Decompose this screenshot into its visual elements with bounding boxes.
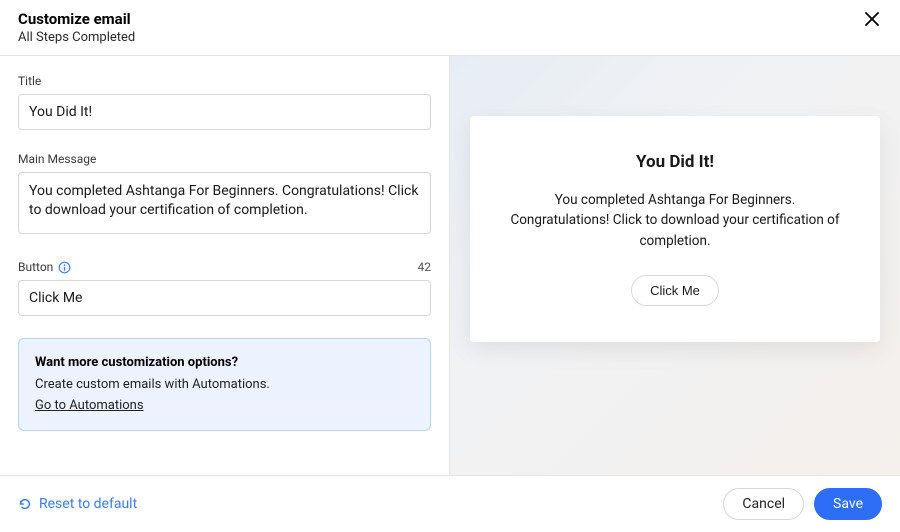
modal-title: Customize email (18, 10, 135, 28)
edit-panel: Title Main Message You completed Ashtang… (0, 56, 450, 475)
button-char-count: 42 (418, 260, 432, 274)
title-field: Title (18, 74, 431, 130)
callout-title: Want more customization options? (35, 353, 414, 373)
email-preview-card: You Did It! You completed Ashtanga For B… (470, 116, 880, 342)
preview-title: You Did It! (510, 152, 840, 172)
button-text-input[interactable] (18, 280, 431, 316)
go-to-automations-link[interactable]: Go to Automations (35, 396, 144, 416)
message-field: Main Message You completed Ashtanga For … (18, 152, 431, 238)
cancel-button[interactable]: Cancel (723, 488, 804, 520)
reset-label: Reset to default (39, 496, 137, 512)
message-textarea[interactable]: You completed Ashtanga For Beginners. Co… (18, 172, 431, 234)
preview-panel: You Did It! You completed Ashtanga For B… (450, 56, 900, 475)
modal-subtitle: All Steps Completed (18, 30, 135, 45)
reset-to-default-button[interactable]: Reset to default (18, 496, 137, 512)
close-icon (865, 10, 879, 31)
customization-callout: Want more customization options? Create … (18, 338, 431, 431)
info-icon[interactable] (58, 261, 71, 274)
button-field: Button 42 (18, 260, 431, 316)
callout-body: Create custom emails with Automations. (35, 375, 414, 395)
modal-footer: Reset to default Cancel Save (0, 475, 900, 532)
button-label: Button (18, 260, 53, 274)
title-input[interactable] (18, 94, 431, 130)
message-label: Main Message (18, 152, 96, 166)
close-button[interactable] (862, 10, 882, 30)
save-button[interactable]: Save (814, 488, 882, 520)
preview-message: You completed Ashtanga For Beginners. Co… (510, 190, 840, 251)
preview-cta-button[interactable]: Click Me (631, 275, 719, 306)
title-label: Title (18, 74, 41, 88)
refresh-icon (18, 497, 32, 511)
modal-header: Customize email All Steps Completed (0, 0, 900, 56)
